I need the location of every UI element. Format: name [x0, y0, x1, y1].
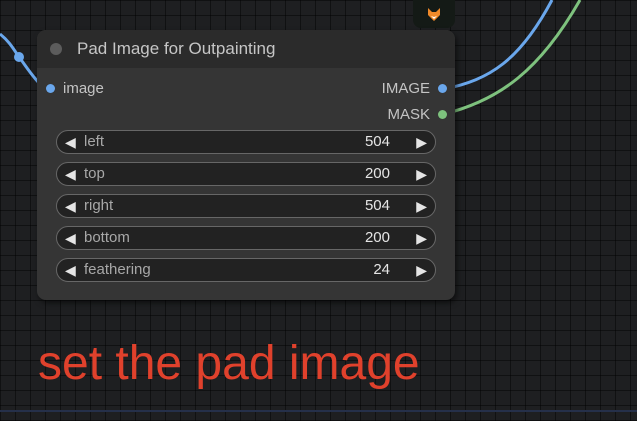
- bottom-value[interactable]: 200: [365, 230, 390, 246]
- top-label: top: [84, 165, 105, 182]
- left-increment-button[interactable]: ▶: [416, 134, 427, 150]
- image-output-label: IMAGE: [381, 80, 430, 97]
- link-reroute-dot[interactable]: [14, 52, 24, 62]
- feathering-decrement-button[interactable]: ◀: [65, 262, 76, 278]
- fox-icon: [428, 8, 440, 21]
- feathering-label: feathering: [84, 261, 151, 278]
- right-decrement-button[interactable]: ◀: [65, 198, 76, 214]
- mask-output-label: MASK: [387, 106, 430, 123]
- image-input-slot[interactable]: [46, 84, 55, 93]
- widget-bottom[interactable]: ◀ bottom 200 ▶: [56, 226, 436, 250]
- image-output-slot[interactable]: [438, 84, 447, 93]
- left-value[interactable]: 504: [365, 134, 390, 150]
- right-increment-button[interactable]: ▶: [416, 198, 427, 214]
- node-collapse-dot[interactable]: [50, 43, 62, 55]
- left-label: left: [84, 133, 105, 150]
- canvas-bottom-edge: [0, 410, 637, 412]
- bottom-increment-button[interactable]: ▶: [416, 230, 427, 246]
- top-increment-button[interactable]: ▶: [416, 166, 427, 182]
- annotation-caption: set the pad image: [38, 337, 420, 390]
- widget-feathering[interactable]: ◀ feathering 24 ▶: [56, 258, 436, 282]
- node-title: Pad Image for Outpainting: [77, 39, 276, 58]
- right-label: right: [84, 197, 114, 214]
- left-decrement-button[interactable]: ◀: [65, 134, 76, 150]
- top-node-badge[interactable]: [413, 0, 455, 28]
- right-value[interactable]: 504: [365, 198, 390, 214]
- widget-top[interactable]: ◀ top 200 ▶: [56, 162, 436, 186]
- mask-output-slot[interactable]: [438, 110, 447, 119]
- feathering-increment-button[interactable]: ▶: [416, 262, 427, 278]
- image-output-link[interactable]: [443, 0, 554, 91]
- widget-left[interactable]: ◀ left 504 ▶: [56, 130, 436, 154]
- feathering-value[interactable]: 24: [373, 262, 390, 278]
- top-decrement-button[interactable]: ◀: [65, 166, 76, 182]
- bottom-label: bottom: [84, 229, 130, 246]
- bottom-decrement-button[interactable]: ◀: [65, 230, 76, 246]
- top-value[interactable]: 200: [365, 166, 390, 182]
- image-input-label: image: [63, 80, 104, 97]
- node-header[interactable]: Pad Image for Outpainting: [37, 30, 455, 68]
- widget-right[interactable]: ◀ right 504 ▶: [56, 194, 436, 218]
- pad-image-node[interactable]: Pad Image for Outpainting image IMAGE MA…: [37, 30, 455, 300]
